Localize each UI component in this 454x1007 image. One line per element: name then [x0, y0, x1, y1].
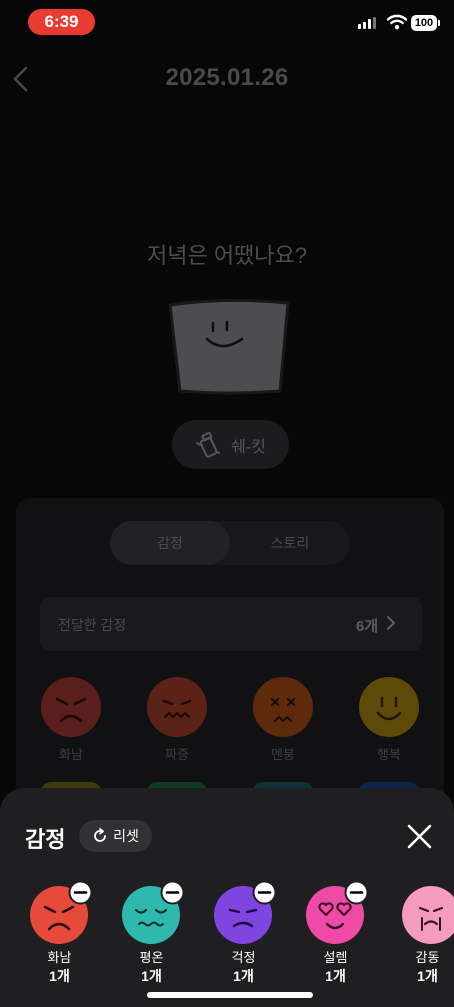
selected-emotion-name: 화남 [47, 950, 72, 965]
selected-emotion-name: 감동 [415, 950, 440, 965]
happy-face-icon[interactable] [359, 677, 419, 737]
selected-emotion-count: 1개 [233, 968, 254, 984]
cellular-signal-icon [358, 17, 376, 29]
emotion-label-angry: 화남 [59, 747, 83, 762]
angry-face-icon[interactable] [41, 677, 101, 737]
moved-face-icon [402, 886, 454, 944]
page-title: 2025.01.26 [165, 64, 289, 91]
shake-button[interactable]: 쉐-킷 [172, 420, 289, 469]
selected-emotion-count: 1개 [49, 968, 70, 984]
selected-emotion-count: 1개 [141, 968, 162, 984]
reset-button-label: 리셋 [113, 828, 139, 844]
sheet-title: 감정 [25, 827, 66, 852]
delivered-emotions-label: 전달한 감정 [58, 617, 127, 633]
remove-emotion-icon[interactable] [68, 880, 93, 905]
shake-button-label: 쉐-킷 [231, 438, 266, 456]
annoyed-face-icon[interactable] [147, 677, 207, 737]
selected-emotion-name: 평온 [139, 950, 164, 965]
selected-emotion-count: 1개 [325, 968, 346, 984]
reset-button[interactable]: 리셋 [79, 820, 152, 852]
selected-emotion-name: 설렘 [323, 950, 348, 965]
shaker-icon [196, 431, 221, 458]
battery-tip [438, 20, 440, 26]
smiling-cup-illustration [168, 298, 290, 395]
selected-emotion-name: 걱정 [231, 950, 256, 965]
delivered-emotions-count: 6개 [356, 618, 379, 635]
battery-indicator: 100 [411, 15, 437, 31]
tab-story[interactable]: 스토리 [230, 521, 350, 565]
status-time: 6:39 [28, 9, 95, 35]
close-icon[interactable] [406, 823, 433, 850]
remove-emotion-icon[interactable] [344, 880, 369, 905]
emotion-label-shocked: 멘붕 [271, 747, 295, 762]
shocked-face-icon[interactable] [253, 677, 313, 737]
wifi-icon [387, 14, 407, 30]
prompt-question: 저녁은 어땠나요? [146, 243, 308, 268]
selected-emotion-moved[interactable]: 감동 1개 [380, 880, 454, 990]
remove-emotion-icon[interactable] [252, 880, 277, 905]
emotion-label-happy: 행복 [377, 747, 401, 762]
chevron-right-icon [387, 616, 395, 630]
home-indicator[interactable] [147, 992, 313, 998]
emotion-label-annoyed: 짜증 [165, 747, 189, 762]
remove-emotion-icon[interactable] [160, 880, 185, 905]
selected-emotion-count: 1개 [417, 968, 438, 984]
tab-emotion[interactable]: 감정 [110, 521, 230, 565]
refresh-icon [94, 828, 107, 842]
